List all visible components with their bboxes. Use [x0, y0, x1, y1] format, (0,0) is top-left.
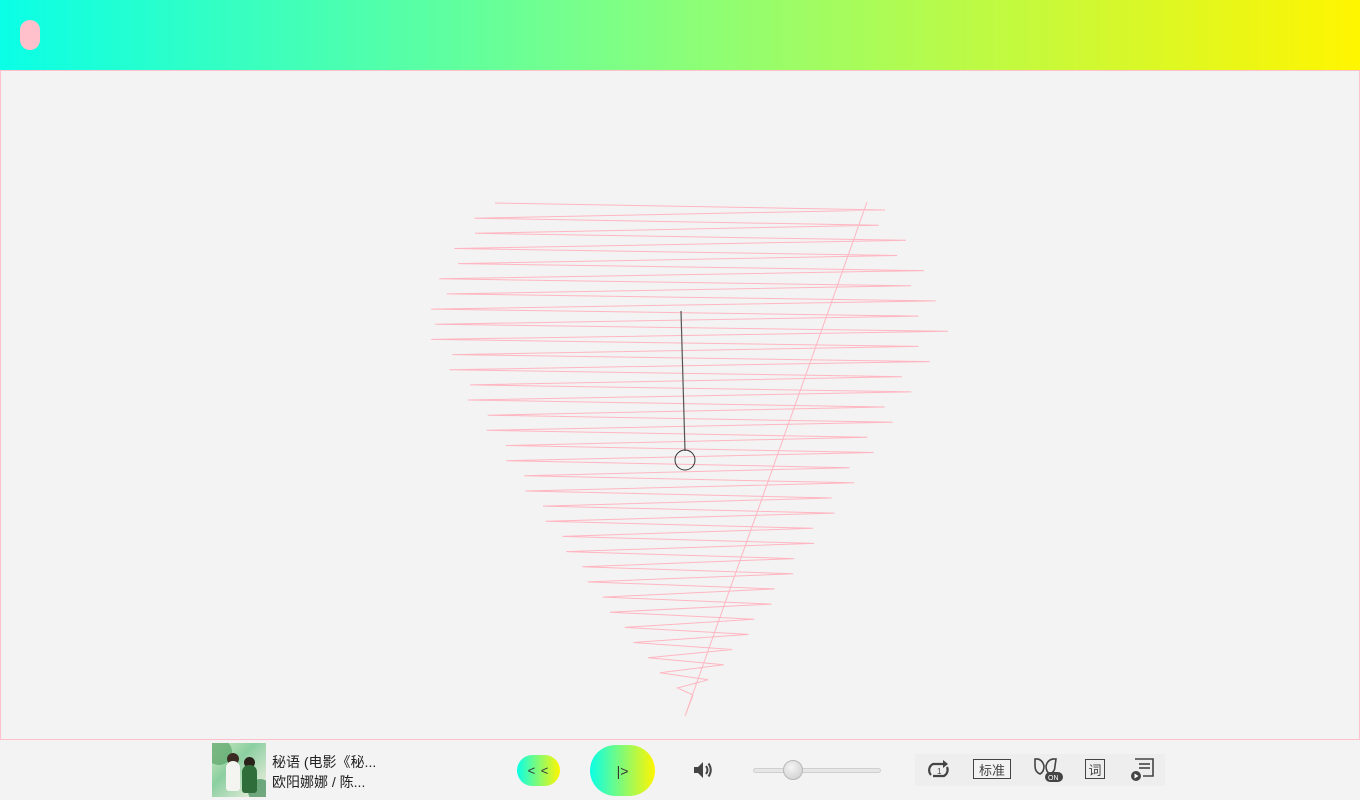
loop-one-icon[interactable]: 1	[925, 758, 953, 782]
song-artist[interactable]: 欧阳娜娜 / 陈...	[272, 772, 365, 792]
speaker-icon[interactable]	[692, 759, 714, 781]
volume-slider[interactable]	[753, 768, 881, 773]
album-cover[interactable]	[212, 743, 266, 797]
visualizer-pivot	[674, 449, 696, 471]
visualizer-canvas	[431, 201, 949, 717]
svg-text:ON: ON	[1048, 775, 1059, 782]
play-button[interactable]: |>	[590, 745, 655, 796]
visualizer-area	[0, 70, 1360, 740]
song-title[interactable]: 秘语 (电影《秘...	[272, 752, 376, 772]
playlist-icon[interactable]	[1129, 756, 1155, 782]
previous-button[interactable]: < <	[517, 755, 560, 786]
sound-effect-on-icon[interactable]: ON	[1032, 756, 1064, 784]
visualizer-waveform	[431, 201, 949, 717]
volume-slider-thumb[interactable]	[783, 760, 803, 780]
svg-text:1: 1	[937, 767, 942, 776]
player-bar: 秘语 (电影《秘... 欧阳娜娜 / 陈... < < |> 1 标准 ON 词	[0, 740, 1360, 800]
lyrics-button[interactable]: 词	[1085, 759, 1105, 779]
menu-toggle-button[interactable]	[20, 20, 40, 50]
top-bar	[0, 0, 1360, 70]
quality-button[interactable]: 标准	[973, 759, 1011, 779]
